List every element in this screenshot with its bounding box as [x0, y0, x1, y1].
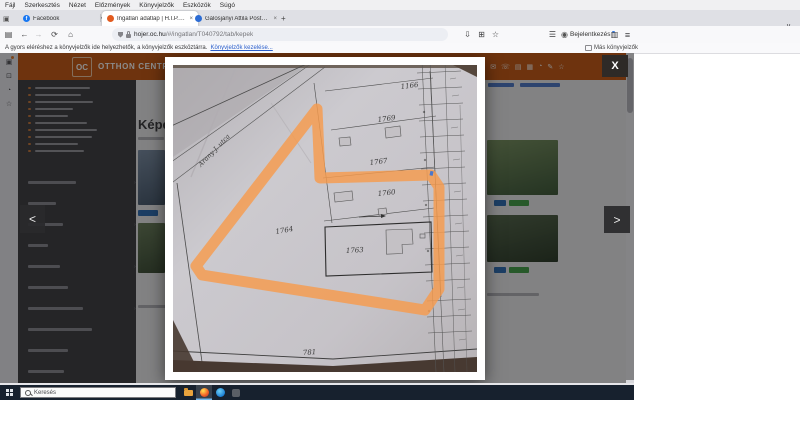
- extensions-icon[interactable]: ⊞: [475, 26, 488, 43]
- menu-item-edit[interactable]: Szerkesztés: [24, 2, 59, 9]
- tab-facebook-post[interactable]: Gálosjányi Attila Posta nézete ×: [190, 11, 282, 26]
- bookmark-star-icon[interactable]: ☆: [489, 26, 502, 43]
- taskbar-search-input[interactable]: Keresés: [20, 387, 176, 398]
- menu-item-file[interactable]: Fájl: [5, 2, 15, 9]
- facebook-favicon: f: [23, 15, 30, 22]
- navigation-toolbar: ▤ ← → ⟳ ⌂ hojer.oc.hu/#/ingatlan/T040792…: [0, 26, 800, 44]
- tab-label: Ingatlan adatlap | H.I.P.E.R: [117, 16, 186, 22]
- lightbox-prev-button[interactable]: <: [20, 205, 45, 233]
- home-icon[interactable]: ⌂: [64, 26, 77, 43]
- tab-bar: ▣ f Facebook × Ingatlan adatlap | H.I.P.…: [0, 10, 800, 26]
- screen: Fájl Szerkesztés Nézet Előzmények Könyvj…: [0, 0, 800, 432]
- url-text: hojer.oc.hu/#/ingatlan/T040792/tab/kepek: [134, 31, 253, 38]
- tracking-shield-icon[interactable]: [118, 32, 123, 38]
- tab-label: Facebook: [33, 16, 96, 22]
- library-icon[interactable]: ▥: [608, 26, 621, 43]
- other-bookmarks-button[interactable]: Más könyvjelzők: [585, 43, 638, 53]
- signin-button[interactable]: ◉ Bejelentkezés: [561, 26, 615, 43]
- firefox-taskbar-icon[interactable]: [196, 385, 212, 400]
- tab-facebook[interactable]: f Facebook ×: [18, 11, 108, 26]
- page-viewport: ▣ ⊡ ◔ ☆ OC OTTHON CENTRUM ⌂ ✉ ☏ ▤ ▦ ◔ ✎ …: [0, 53, 634, 383]
- new-tab-button[interactable]: +: [276, 11, 296, 26]
- tab-label: Gálosjányi Attila Posta nézete: [205, 16, 270, 22]
- menu-item-history[interactable]: Előzmények: [95, 2, 130, 9]
- lightbox-close-button[interactable]: X: [602, 55, 628, 77]
- oc-favicon: [107, 15, 114, 22]
- windows-logo-icon: [6, 389, 13, 396]
- lightbox-image-frame: 1166 1769 1767 1760 1764 1763 781 Arany …: [165, 57, 485, 380]
- manage-bookmarks-link[interactable]: Könyvjelzők kezelése...: [210, 45, 272, 51]
- search-icon: [25, 390, 31, 396]
- tab-divider: [100, 14, 101, 22]
- windows-taskbar: Keresés 7°C Napos ∧ 9:56: [0, 385, 634, 400]
- app-menu-icon[interactable]: ≡: [621, 26, 634, 43]
- menu-item-help[interactable]: Súgó: [220, 2, 235, 9]
- lightbox-next-button[interactable]: >: [604, 206, 630, 233]
- folder-icon: [585, 45, 592, 51]
- scrollbar-corner: [626, 380, 634, 383]
- menu-item-tools[interactable]: Eszközök: [183, 2, 211, 9]
- menu-item-view[interactable]: Nézet: [69, 2, 86, 9]
- menu-item-bookmarks[interactable]: Könyvjelzők: [139, 2, 174, 9]
- tab-ingatlan-adatlap[interactable]: Ingatlan adatlap | H.I.P.E.R ×: [102, 11, 198, 26]
- url-bar[interactable]: hojer.oc.hu/#/ingatlan/T040792/tab/kepek: [112, 28, 448, 41]
- firefox-view-icon[interactable]: ▣: [2, 11, 17, 26]
- bookmarks-hint: A gyors eléréshez a könyvjelzők ide hely…: [5, 45, 207, 51]
- reload-icon[interactable]: ⟳: [48, 26, 61, 43]
- account-icon: ◉: [561, 30, 568, 39]
- plot-label: 781: [303, 348, 317, 357]
- post-favicon: [195, 15, 202, 22]
- app-taskbar-icon[interactable]: [228, 385, 244, 400]
- cadastral-map-image: 1166 1769 1767 1760 1764 1763 781 Arany …: [173, 65, 477, 372]
- back-icon[interactable]: ←: [18, 26, 31, 43]
- plot-label: 1763: [346, 246, 365, 255]
- panel-list-icon[interactable]: ☰: [546, 26, 559, 43]
- downloads-icon[interactable]: ⇩: [461, 26, 474, 43]
- start-button[interactable]: [0, 385, 18, 400]
- sidebar-toggle-icon[interactable]: ▤: [2, 26, 15, 43]
- signin-label: Bejelentkezés: [570, 31, 610, 38]
- file-explorer-taskbar-icon[interactable]: [180, 385, 196, 400]
- lock-icon: [126, 34, 131, 38]
- forward-icon[interactable]: →: [32, 26, 45, 43]
- edge-taskbar-icon[interactable]: [212, 385, 228, 400]
